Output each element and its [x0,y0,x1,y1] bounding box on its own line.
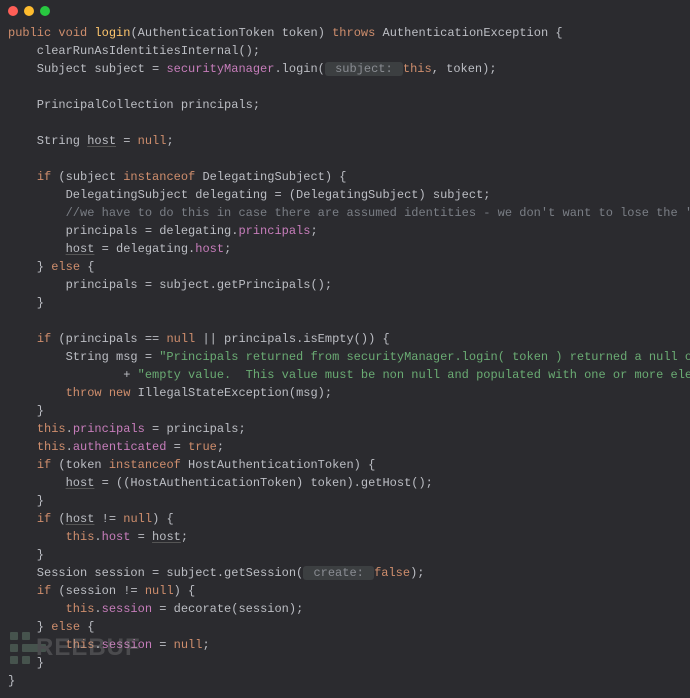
window-titlebar [0,0,690,22]
code-line: PrincipalCollection principals; [8,98,260,112]
keyword-void: void [58,26,87,40]
code-line: } [8,674,15,688]
method-name-login: login [94,26,130,40]
code-line: } [8,548,44,562]
code-editor[interactable]: public void login(AuthenticationToken to… [0,22,690,698]
code-line: } [8,656,44,670]
code-line: DelegatingSubject delegating = (Delegati… [8,188,490,202]
code-line: } [8,494,44,508]
string-literal: "empty value. This value must be non nul… [138,368,690,382]
maximize-icon[interactable] [40,6,50,16]
code-line: } [8,296,44,310]
keyword-public: public [8,26,51,40]
code-comment: //we have to do this in case there are a… [8,206,690,220]
code-line: } [8,404,44,418]
inlay-hint-subject: subject: [325,62,403,76]
close-icon[interactable] [8,6,18,16]
code-line: principals = subject.getPrincipals(); [8,278,332,292]
string-literal: "Principals returned from securityManage… [159,350,690,364]
code-line: clearRunAsIdentitiesInternal(); [8,44,260,58]
inlay-hint-create: create: [303,566,374,580]
minimize-icon[interactable] [24,6,34,16]
